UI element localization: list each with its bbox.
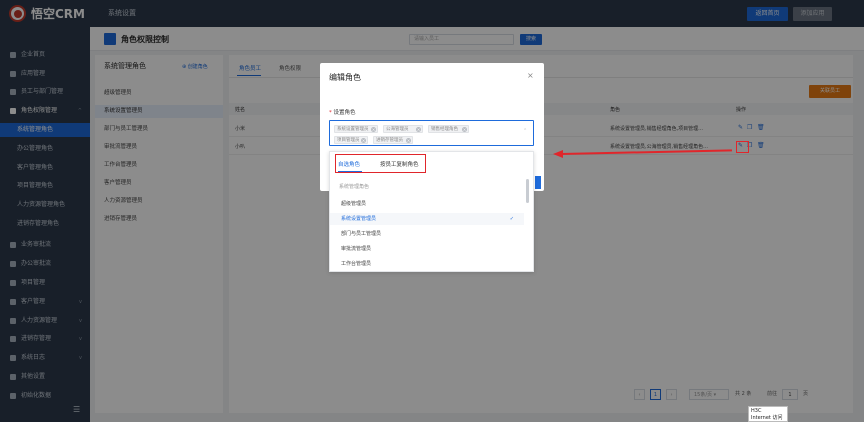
role-dropdown: 自选角色 按员工复制角色 系统管理角色 超级管理员 系统设置管理员 ✓ 部门与员工… (329, 151, 534, 272)
check-icon: ✓ (509, 216, 514, 222)
dropdown-scrollbar[interactable] (526, 179, 529, 203)
dropdown-group-label: 系统管理角色 (339, 184, 370, 190)
dropdown-item[interactable]: 工作台管理员 (330, 258, 524, 270)
role-multi-select[interactable]: 系统设置管理员 × 公海管理员 × 销售经理角色 × 项目管理员 × 进销存管理员 × (329, 120, 534, 146)
chip-close-icon[interactable]: × (371, 127, 376, 132)
edit-highlight-box (736, 141, 749, 153)
chip-close-icon[interactable]: × (361, 138, 366, 143)
chip-close-icon[interactable]: × (416, 127, 421, 132)
tab-copy-from-employee[interactable]: 按员工复制角色 (380, 160, 419, 168)
role-chip: 公海管理员 × (383, 125, 423, 133)
chip-close-icon[interactable]: × (462, 127, 467, 132)
network-tooltip: H3C Internet 访问 (748, 406, 788, 422)
dropdown-item[interactable]: 审批流管理员 (330, 243, 524, 255)
dropdown-item[interactable]: 部门与员工管理员 (330, 228, 524, 240)
role-chip: 系统设置管理员 × (334, 125, 378, 133)
dialog-title: 编辑角色 (329, 73, 361, 82)
dropdown-item[interactable]: 超级管理员 (330, 198, 524, 210)
annotation-arrow-head (553, 150, 563, 158)
role-chip: 进销存管理员 × (373, 136, 413, 144)
confirm-button[interactable] (535, 176, 541, 189)
tab-custom-roles[interactable]: 自选角色 (338, 160, 360, 168)
role-chip: 项目管理员 × (334, 136, 368, 144)
chip-close-icon[interactable]: × (406, 138, 411, 143)
close-icon[interactable]: × (527, 71, 534, 80)
dropdown-item-selected[interactable]: 系统设置管理员 ✓ (330, 213, 524, 225)
role-chip: 销售经理角色 × (428, 125, 469, 133)
set-role-label: * 设置角色 (329, 110, 356, 116)
chevron-up-icon: ⌃ (523, 128, 528, 134)
